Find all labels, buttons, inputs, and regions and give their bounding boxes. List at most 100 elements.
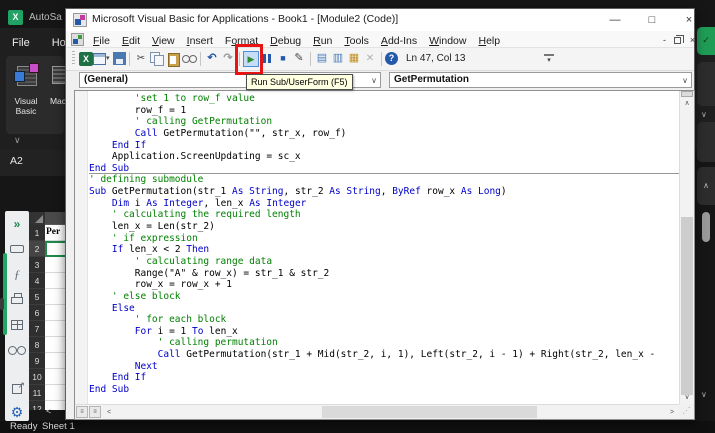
row-header[interactable]: 8	[29, 337, 45, 353]
sheet-cell[interactable]	[45, 257, 65, 273]
sheet-nav-left-icon[interactable]: <	[46, 406, 51, 416]
menu-window[interactable]: Window	[423, 33, 472, 49]
chevron-down-icon[interactable]: ▾	[106, 51, 113, 67]
code-pane[interactable]: 'set 1 to row_f value row_f = 1 ' callin…	[74, 90, 695, 420]
view-object-icon[interactable]	[93, 53, 106, 65]
sheet-cell[interactable]	[45, 305, 65, 321]
sidebar-handle[interactable]	[0, 298, 4, 310]
procedure-combo[interactable]: GetPermutation ∨	[389, 72, 692, 88]
printer-icon[interactable]	[5, 291, 29, 309]
sheet-cell[interactable]	[45, 273, 65, 289]
close-button[interactable]: ×	[680, 12, 698, 28]
sheet-cell[interactable]	[45, 321, 65, 337]
find-icon[interactable]	[181, 51, 197, 67]
sheet-grid: 1 Per 2 3 4 5 6 7 8 9 10 11 12	[29, 212, 65, 410]
child-close-button[interactable]: ×	[686, 34, 699, 46]
menu-insert[interactable]: Insert	[181, 33, 219, 49]
module-view-button[interactable]: ≡	[89, 406, 101, 418]
code-line: ' calculating range data	[134, 255, 273, 267]
vertical-scrollbar-thumb[interactable]	[681, 217, 693, 395]
horizontal-scrollbar-thumb[interactable]	[322, 406, 537, 418]
toolbar-grip[interactable]	[72, 51, 75, 66]
scroll-down-icon[interactable]: ∨	[680, 392, 694, 404]
menu-edit[interactable]: Edit	[116, 33, 146, 49]
select-all-corner[interactable]	[29, 212, 45, 225]
sheet-cell[interactable]	[45, 353, 65, 369]
project-explorer-icon[interactable]: ▤	[314, 51, 330, 67]
code-line: Else	[111, 302, 135, 314]
row-header[interactable]: 3	[29, 257, 45, 273]
object-browser-icon[interactable]: ▦	[346, 51, 362, 67]
menu-help[interactable]: Help	[472, 33, 506, 49]
cut-icon[interactable]: ✂	[133, 51, 149, 67]
name-box[interactable]: A2	[10, 155, 23, 167]
row-header[interactable]: 1	[29, 225, 45, 241]
minimize-button[interactable]: —	[606, 12, 624, 28]
sheet-scrollbar-thumb[interactable]	[702, 212, 710, 242]
menu-file[interactable]: File	[87, 33, 116, 49]
paste-icon[interactable]	[165, 51, 181, 67]
sheet-cell[interactable]	[45, 385, 65, 401]
keyboard-icon[interactable]	[5, 240, 29, 258]
sheet-cell[interactable]: Per	[45, 225, 65, 241]
resize-grip[interactable]: ⋰	[679, 404, 694, 419]
double-chevron-icon[interactable]: »	[5, 216, 29, 234]
share-button-fragment[interactable]: ✓	[697, 27, 715, 55]
menu-add-ins[interactable]: Add-Ins	[375, 33, 423, 49]
formula-icon[interactable]: ƒ	[5, 266, 29, 284]
copy-icon[interactable]	[149, 51, 165, 67]
row-header[interactable]: 5	[29, 289, 45, 305]
sheet-cell[interactable]	[45, 289, 65, 305]
column-header[interactable]	[45, 212, 65, 225]
row-header[interactable]: 7	[29, 321, 45, 337]
excel-icon[interactable]: X	[79, 52, 93, 66]
sheet-cell[interactable]	[45, 337, 65, 353]
menu-run[interactable]: Run	[307, 33, 338, 49]
visual-basic-button[interactable]: Visual Basic	[6, 60, 46, 130]
sheet-cell[interactable]	[45, 369, 65, 385]
sheet-scroll-down-icon[interactable]: ∨	[701, 390, 707, 399]
sheet-scroll-up-icon[interactable]: ∧	[697, 167, 715, 205]
settings-icon[interactable]: ⚙	[5, 403, 29, 421]
toolbox-icon[interactable]: ✕	[362, 51, 378, 67]
row-header[interactable]: 10	[29, 369, 45, 385]
sheet-row: 4	[29, 273, 65, 289]
row-header[interactable]: 12	[29, 401, 45, 410]
split-handle[interactable]	[681, 91, 693, 97]
child-minimize-button[interactable]: -	[658, 34, 671, 46]
undo-icon[interactable]: ↶	[204, 51, 220, 67]
binoculars-icon[interactable]	[5, 341, 29, 359]
ribbon-collapse-icon[interactable]: ∨	[14, 135, 21, 146]
sheet-tab[interactable]: Sheet 1	[42, 421, 75, 432]
save-icon[interactable]	[113, 52, 126, 65]
row-header[interactable]: 11	[29, 385, 45, 401]
redo-icon[interactable]: ↷	[220, 51, 236, 67]
row-header[interactable]: 9	[29, 353, 45, 369]
menu-view[interactable]: View	[146, 33, 181, 49]
design-mode-icon[interactable]: ✎	[291, 51, 307, 67]
menu-tools[interactable]: Tools	[338, 33, 375, 49]
sheet-cell[interactable]	[45, 241, 65, 257]
scroll-up-icon[interactable]: ∧	[680, 98, 694, 110]
external-link-icon[interactable]	[5, 377, 29, 399]
toolbar-separator	[129, 52, 130, 66]
procedure-view-button[interactable]: ≡	[76, 406, 88, 418]
scroll-left-icon[interactable]: <	[103, 406, 115, 418]
scroll-right-icon[interactable]: >	[666, 406, 678, 418]
excel-menu-file[interactable]: File	[12, 37, 30, 49]
properties-window-icon[interactable]: ▥	[330, 51, 346, 67]
child-restore-button[interactable]	[674, 35, 684, 44]
maximize-button[interactable]: □	[643, 12, 661, 28]
row-header[interactable]: 2	[29, 241, 45, 257]
row-header[interactable]: 6	[29, 305, 45, 321]
help-icon[interactable]: ?	[385, 52, 398, 65]
code-line: Sub GetPermutation(str_1 As String, str_…	[89, 186, 507, 198]
reset-icon[interactable]: ■	[275, 51, 291, 67]
chevron-down-icon[interactable]: ∨	[701, 110, 707, 119]
horizontal-scrollbar[interactable]: ≡ ≡ < >	[75, 404, 679, 419]
table-icon[interactable]	[5, 316, 29, 334]
vertical-scrollbar[interactable]: ∧ ∨	[679, 91, 694, 404]
toolbar-overflow-icon[interactable]: ▾	[544, 54, 554, 65]
menu-debug[interactable]: Debug	[264, 33, 307, 49]
row-header[interactable]: 4	[29, 273, 45, 289]
